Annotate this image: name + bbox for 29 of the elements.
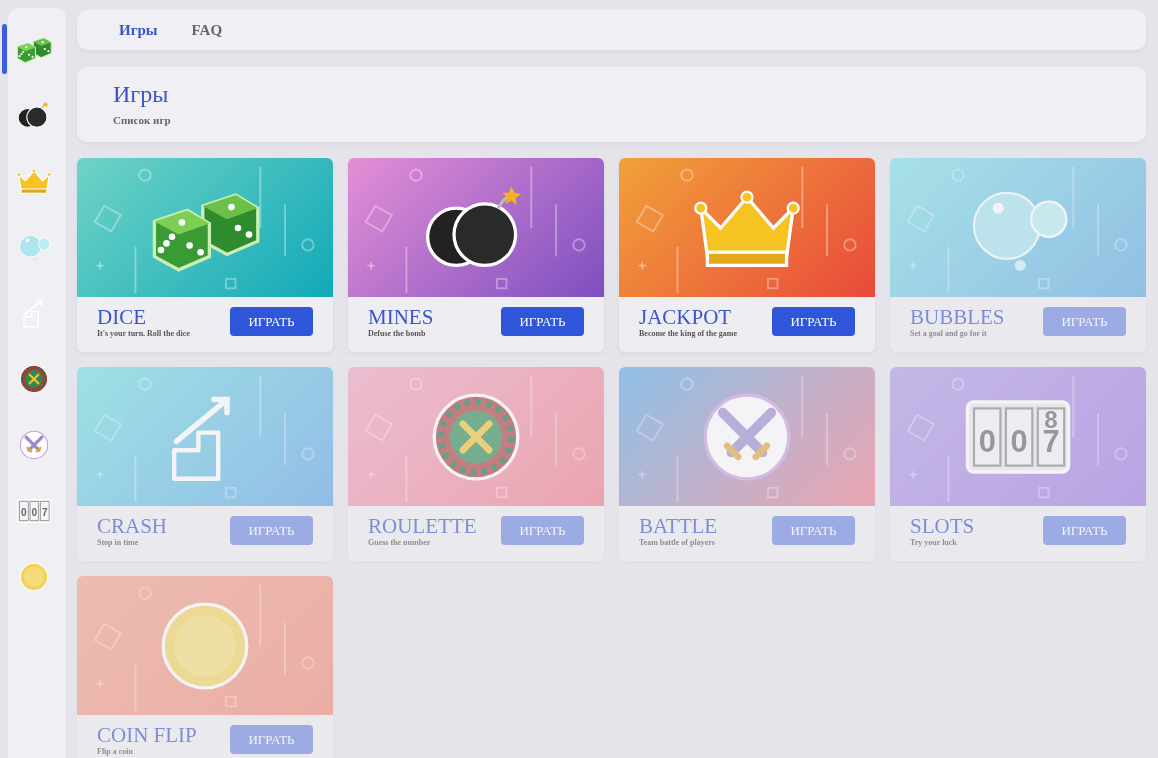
sidebar-item[interactable]: 0 0 7 [2,486,66,536]
play-button[interactable]: ИГРАТЬ [230,307,313,336]
game-description: Flip a coin [97,747,134,756]
game-description: Set a goal and go for it [910,329,988,338]
game-title: ROULETTE [368,514,477,538]
game-title: DICE [97,305,147,329]
slot-reels-icon: 0 0 7 [16,496,52,526]
nav-tab[interactable]: Игры [107,15,170,45]
game-description: Stop in time [97,538,140,547]
nav-tab[interactable]: FAQ [179,15,235,45]
game-description: Defuse the bomb [368,329,427,338]
game-title: COIN FLIP [97,723,197,747]
game-description: Become the king of the game [639,329,737,338]
game-title: BUBBLES [910,305,1005,329]
page-title: Игры [113,81,170,108]
game-description: Guess the number [368,538,432,547]
game-title: MINES [368,305,434,329]
play-button[interactable]: ИГРАТЬ [501,307,584,336]
bubbles-icon [16,232,52,262]
crown-icon [16,166,52,196]
game-title: BATTLE [639,514,718,538]
game-title: SLOTS [910,514,975,538]
page-subtitle: Список игр [113,114,172,126]
play-button[interactable]: ИГРАТЬ [772,307,855,336]
game-title: CRASH [97,514,168,538]
game-description: Try your luck [910,538,958,547]
game-title: JACKPOT [639,305,733,329]
game-description: It's your turn. Roll the dice [97,329,190,338]
game-description: Team battle of players [639,538,716,547]
